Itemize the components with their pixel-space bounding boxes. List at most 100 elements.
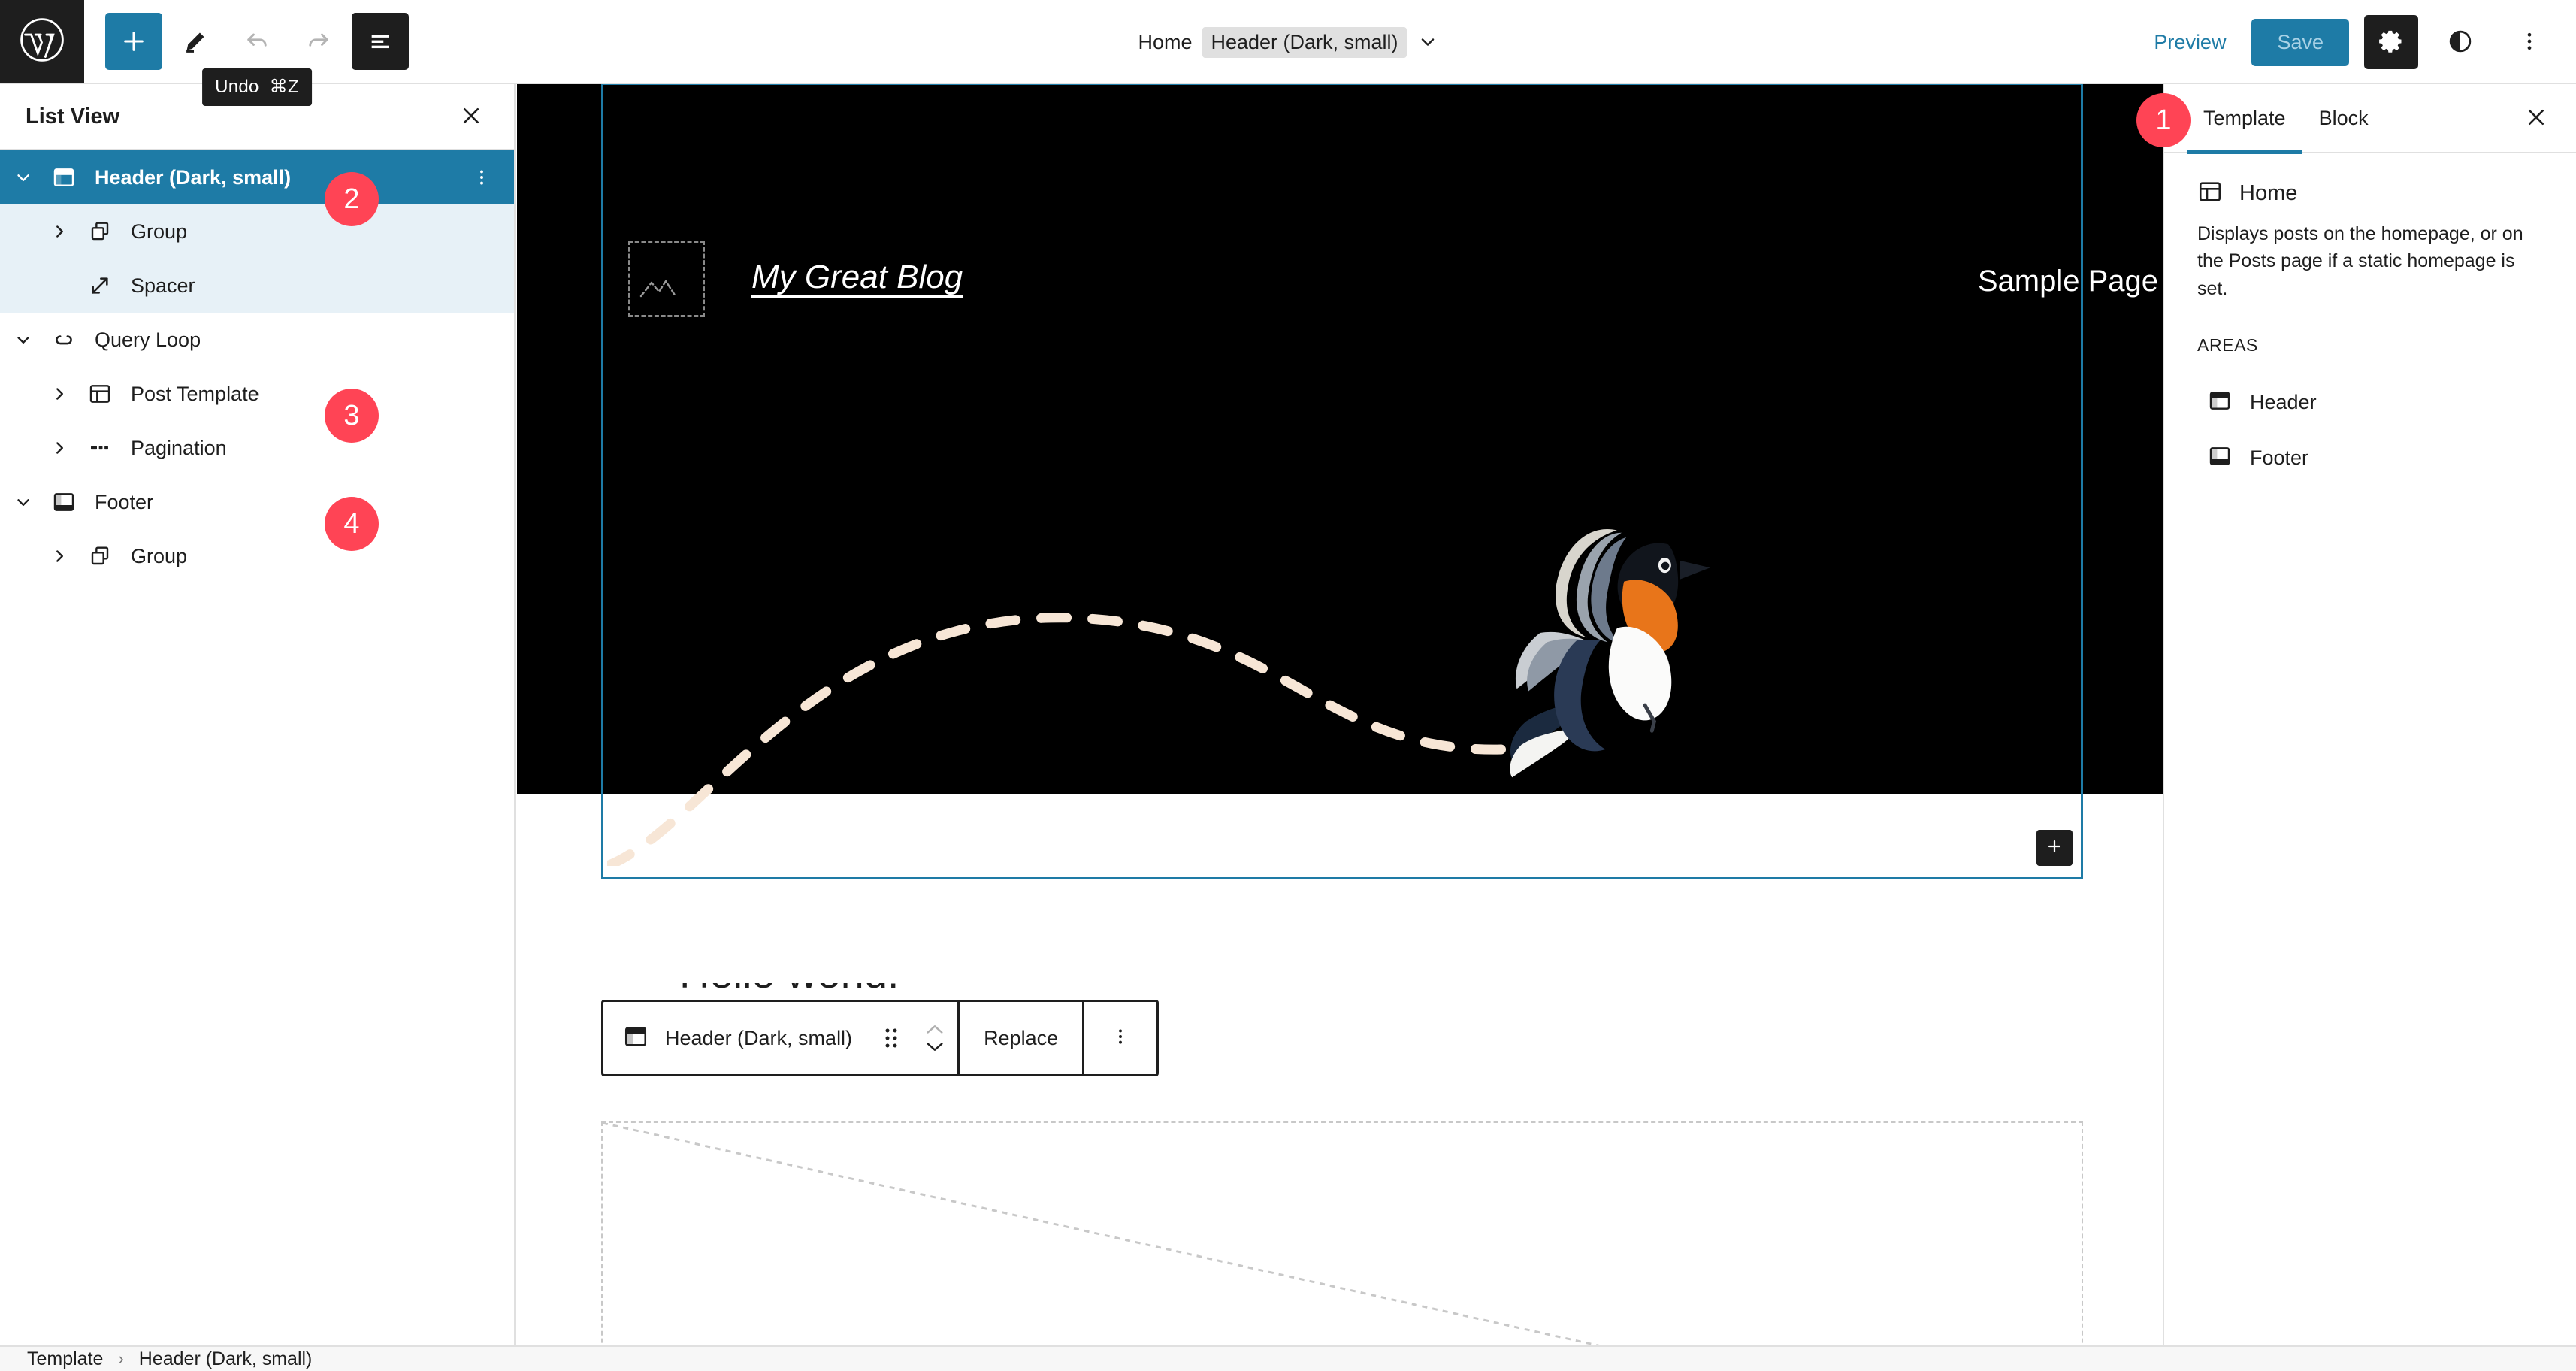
undo-arrow-icon [243, 28, 271, 55]
list-view-tree: Header (Dark, small) Group Spacer Query Loo… [0, 150, 514, 583]
template-part-header-icon [2208, 389, 2232, 416]
spacer-resize-icon [83, 274, 117, 298]
list-view-row-pagination[interactable]: Pagination [0, 421, 514, 475]
list-view-panel: List View Header (Dark, small) Group Space… [0, 84, 516, 1345]
settings-sidebar: Template Block Home Displays posts on th… [2163, 84, 2576, 1345]
block-toolbar-main-segment: Header (Dark, small) [603, 1002, 957, 1074]
block-options-button[interactable] [1084, 1002, 1156, 1074]
chevron-right-icon[interactable] [36, 384, 83, 404]
group-blocks-icon [83, 219, 117, 244]
tab-template[interactable]: Template [2187, 83, 2302, 154]
site-logo-placeholder[interactable] [628, 241, 705, 317]
replace-button[interactable]: Replace [960, 1002, 1082, 1074]
list-view-icon [367, 29, 393, 54]
wordpress-logo-icon [19, 17, 65, 67]
chevron-right-icon[interactable] [36, 222, 83, 241]
wordpress-site-editor: Undo ⌘Z Home Header (Dark, small) Previe… [0, 0, 2576, 1371]
list-view-title: List View [26, 104, 120, 129]
editor-options-button[interactable] [2502, 15, 2556, 69]
list-view-row-header-dark-small[interactable]: Header (Dark, small) [0, 150, 514, 204]
loop-infinity-icon [47, 328, 81, 352]
breadcrumb-separator: › [118, 1349, 124, 1368]
list-view-row-group[interactable]: Group [0, 529, 514, 583]
drag-handle-dots-icon[interactable] [870, 1027, 912, 1049]
area-label: Header [2250, 391, 2317, 414]
breadcrumb: Template › Header (Dark, small) [0, 1345, 2576, 1371]
wordpress-logo-button[interactable] [0, 0, 84, 83]
preview-button[interactable]: Preview [2143, 23, 2236, 62]
document-template-part-chip[interactable]: Header (Dark, small) [1202, 26, 1407, 58]
site-title-link[interactable]: My Great Blog [751, 259, 963, 296]
breadcrumb-item-template[interactable]: Template [27, 1348, 103, 1370]
settings-close-button[interactable] [2514, 96, 2558, 140]
close-x-icon [2525, 106, 2547, 131]
area-item-footer[interactable]: Footer [2197, 431, 2550, 486]
chevron-down-icon[interactable] [1417, 32, 1438, 53]
swallow-bird-icon [1510, 528, 1710, 778]
template-name: Home [2239, 181, 2298, 205]
tab-block[interactable]: Block [2302, 83, 2385, 153]
list-view-row-group[interactable]: Group [0, 204, 514, 259]
save-button[interactable]: Save [2251, 18, 2349, 66]
chevron-right-icon[interactable] [36, 546, 83, 566]
list-view-row-label: Pagination [131, 436, 227, 459]
template-part-footer-icon [2208, 444, 2232, 472]
add-block-button[interactable] [105, 13, 162, 70]
image-crossed-placeholder-icon [602, 1121, 1603, 1345]
block-appender-button[interactable] [2036, 830, 2073, 866]
list-view-row-label: Post Template [131, 382, 259, 405]
plus-icon [121, 29, 147, 54]
template-description: Displays posts on the homepage, or on th… [2197, 223, 2523, 299]
tooltip-shortcut: ⌘Z [269, 77, 299, 97]
list-view-row-query-loop[interactable]: Query Loop [0, 313, 514, 367]
breadcrumb-item-current[interactable]: Header (Dark, small) [139, 1348, 313, 1370]
move-block-down-button[interactable] [924, 1040, 945, 1053]
settings-sidebar-toggle-button[interactable] [2364, 15, 2418, 69]
chevron-down-icon[interactable] [0, 492, 47, 512]
plus-icon [2045, 837, 2064, 859]
top-bar-left-tools: Undo ⌘Z [84, 13, 409, 106]
list-view-row-spacer[interactable]: Spacer [0, 259, 514, 313]
pagination-dots-icon [83, 436, 117, 460]
post-template-icon [83, 382, 117, 406]
list-view-toggle-button[interactable] [352, 13, 409, 70]
area-label: Footer [2250, 446, 2309, 470]
pencil-edit-icon [183, 29, 208, 54]
undo-button[interactable]: Undo ⌘Z [202, 13, 312, 106]
block-toolbar-label: Header (Dark, small) [665, 1026, 853, 1049]
tools-edit-button[interactable] [167, 13, 224, 70]
redo-button[interactable] [290, 13, 347, 70]
list-view-row-options-button[interactable] [463, 159, 500, 196]
block-move-arrows [912, 1023, 957, 1053]
move-block-up-button[interactable] [924, 1023, 945, 1037]
template-part-header-icon [47, 165, 81, 189]
block-type-button[interactable]: Header (Dark, small) [603, 1024, 870, 1053]
styles-button[interactable] [2433, 15, 2487, 69]
settings-body: Home Displays posts on the homepage, or … [2164, 153, 2576, 486]
template-part-header-icon [623, 1024, 649, 1053]
featured-image-placeholder[interactable] [601, 1121, 2083, 1345]
area-item-header[interactable]: Header [2197, 375, 2550, 431]
areas-section-label: AREAS [2197, 334, 2258, 355]
list-view-row-post-template[interactable]: Post Template [0, 367, 514, 421]
list-view-row-label: Group [131, 219, 188, 243]
chevron-down-icon[interactable] [0, 168, 47, 187]
nav-link-sample-page[interactable]: Sample Page [1978, 265, 2158, 298]
bird-decoration-illustration [607, 528, 1710, 866]
document-home-label[interactable]: Home [1138, 31, 1192, 54]
list-view-row-label: Query Loop [95, 328, 201, 351]
list-view-row-label: Spacer [131, 274, 195, 297]
contrast-half-circle-icon [2447, 28, 2474, 57]
template-part-header-icon [2197, 179, 2223, 208]
vertical-three-dots-icon [2518, 30, 2541, 55]
chevron-right-icon[interactable] [36, 438, 83, 458]
gear-icon [2378, 28, 2405, 57]
top-bar-right-actions: Preview Save [2143, 0, 2556, 84]
chevron-down-icon[interactable] [0, 330, 47, 350]
obscured-post-title-text: Hello world! [679, 983, 1521, 997]
list-view-close-button[interactable] [449, 95, 493, 138]
site-header-block[interactable]: My Great Blog Sample Page [517, 84, 2163, 866]
editor-top-bar: Undo ⌘Z Home Header (Dark, small) Previe… [0, 0, 2576, 106]
settings-tabs: Template Block [2164, 83, 2576, 154]
list-view-row-footer[interactable]: Footer [0, 475, 514, 529]
